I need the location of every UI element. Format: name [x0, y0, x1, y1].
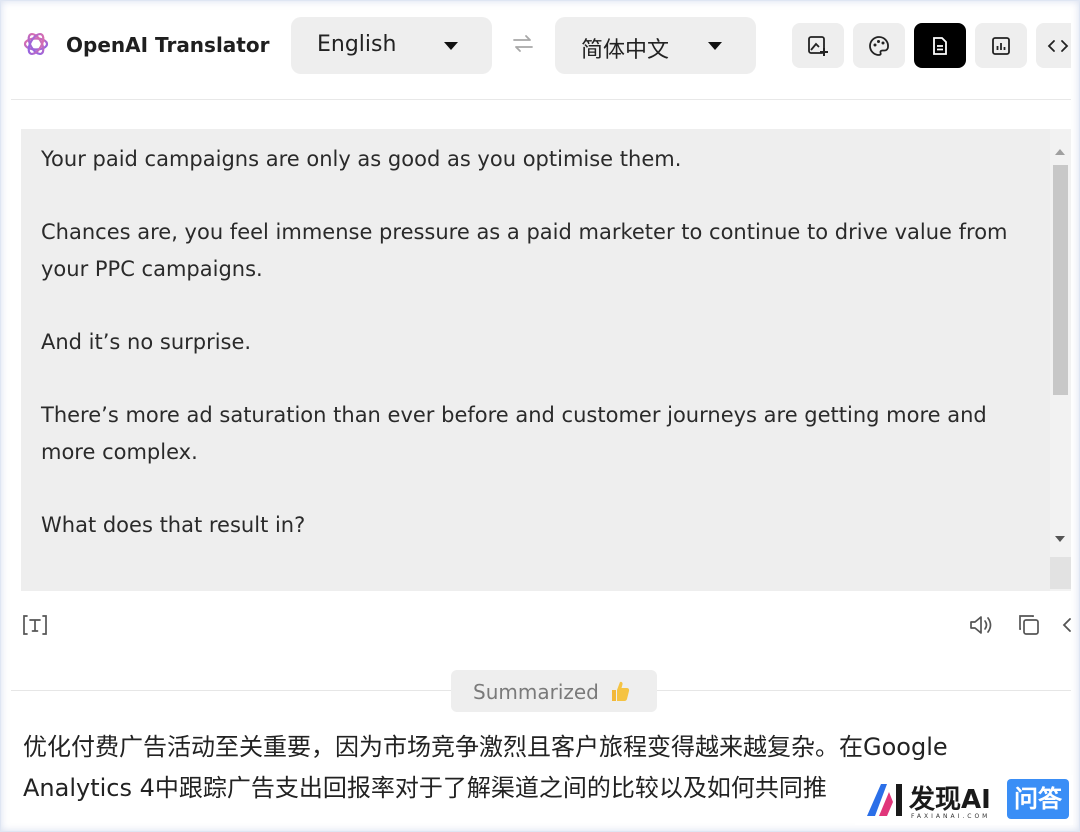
- copy-icon[interactable]: [1015, 611, 1043, 639]
- speaker-icon[interactable]: [967, 611, 995, 639]
- scroll-down-arrow-icon[interactable]: [1055, 536, 1065, 542]
- theme-button[interactable]: [853, 23, 905, 68]
- window-frame: OpenAI Translator English 简体中文 Your paid…: [0, 0, 1080, 832]
- chevron-down-icon: [444, 42, 458, 50]
- source-text-area[interactable]: Your paid campaigns are only as good as …: [21, 129, 1071, 591]
- image-translate-button[interactable]: [792, 23, 844, 68]
- watermark-badge: 问答: [1007, 779, 1069, 819]
- source-paragraph: There’s more ad saturation than ever bef…: [41, 403, 987, 464]
- summarized-label: Summarized: [473, 680, 599, 704]
- watermark-logo: 发现AI FAXIANAI.COM 问答: [855, 775, 1073, 825]
- source-language-select[interactable]: English: [291, 17, 492, 74]
- watermark-subtitle: FAXIANAI.COM: [911, 813, 991, 820]
- stats-icon: [992, 37, 1010, 55]
- code-button[interactable]: [1036, 23, 1071, 68]
- source-paragraph: What does that result in?: [41, 513, 306, 537]
- code-icon: [1047, 40, 1069, 52]
- source-paragraph: And it’s no surprise.: [41, 330, 252, 354]
- vertical-scrollbar[interactable]: [1050, 129, 1071, 591]
- target-language-select[interactable]: 简体中文: [555, 17, 756, 74]
- source-language-label: English: [317, 32, 397, 57]
- app-title: OpenAI Translator: [66, 33, 270, 57]
- summarized-badge: Summarized: [451, 670, 657, 712]
- text-format-icon[interactable]: [21, 611, 49, 639]
- source-paragraph: Chances are, you feel immense pressure a…: [41, 220, 1008, 281]
- chevron-down-icon: [708, 42, 722, 50]
- scrollbar-thumb[interactable]: [1053, 165, 1068, 395]
- palette-icon: [869, 36, 889, 56]
- watermark-title: 发现AI: [909, 785, 991, 815]
- stats-button[interactable]: [975, 23, 1027, 68]
- scroll-up-arrow-icon[interactable]: [1055, 149, 1065, 155]
- resize-handle[interactable]: [1050, 557, 1071, 589]
- image-translate-icon: [808, 36, 828, 56]
- ai-logo-icon: [867, 784, 902, 816]
- document-button[interactable]: [914, 23, 966, 68]
- document-icon: [933, 37, 947, 55]
- translator-app: OpenAI Translator English 简体中文 Your paid…: [11, 11, 1071, 823]
- openai-logo-icon: [23, 32, 49, 56]
- target-language-label: 简体中文: [581, 38, 670, 63]
- swap-arrows-icon[interactable]: [510, 31, 536, 57]
- thumbs-up-icon: [612, 681, 630, 701]
- source-actions: [11, 607, 1071, 647]
- header: OpenAI Translator English 简体中文: [11, 11, 1071, 100]
- source-paragraph: Your paid campaigns are only as good as …: [41, 147, 682, 171]
- collapse-icon[interactable]: [1059, 611, 1071, 639]
